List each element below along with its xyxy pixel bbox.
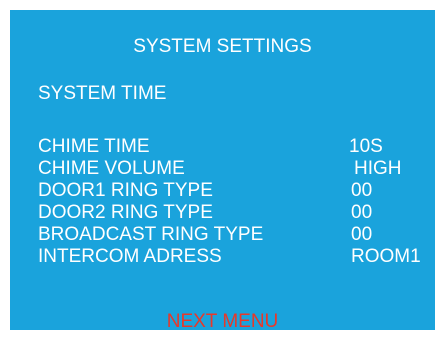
setting-label: BROADCAST RING TYPE <box>38 224 264 245</box>
setting-label: CHIME VOLUME <box>38 158 185 179</box>
setting-value[interactable]: 00 <box>351 180 372 202</box>
setting-label: DOOR1 RING TYPE <box>38 180 213 201</box>
setting-label: CHIME TIME <box>38 136 150 157</box>
setting-value[interactable]: 00 <box>351 224 372 246</box>
next-menu-button[interactable]: NEXT MENU <box>10 311 435 333</box>
setting-value[interactable]: HIGH <box>354 158 402 180</box>
setting-label: INTERCOM ADRESS <box>38 246 222 267</box>
menu-item-system-time[interactable]: SYSTEM TIME <box>38 83 166 105</box>
system-settings-screen: SYSTEM SETTINGS SYSTEM TIME CHIME TIME 1… <box>10 10 435 333</box>
setting-label: DOOR2 RING TYPE <box>38 202 213 223</box>
page-title: SYSTEM SETTINGS <box>133 36 312 57</box>
setting-value[interactable]: ROOM1 <box>351 246 421 268</box>
setting-value[interactable]: 00 <box>351 202 372 224</box>
setting-value[interactable]: 10S <box>349 136 383 158</box>
